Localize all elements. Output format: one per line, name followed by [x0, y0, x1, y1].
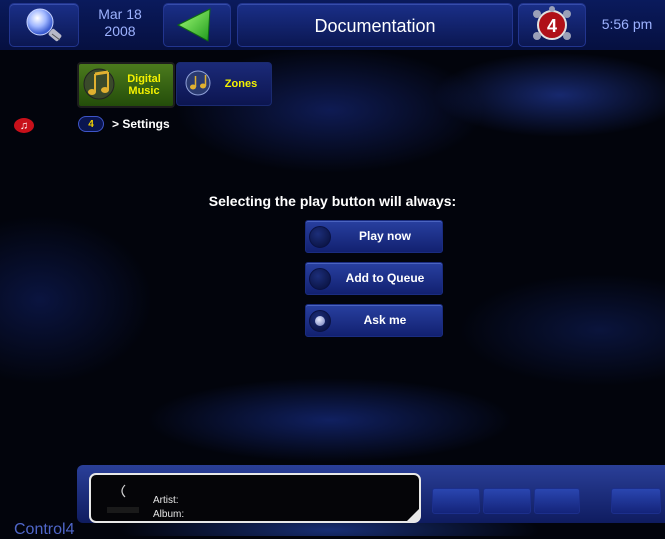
- option-play-now[interactable]: Play now: [305, 220, 443, 253]
- title-bar: Documentation: [237, 3, 513, 47]
- option-label: Play now: [358, 229, 411, 243]
- page-title: Documentation: [314, 16, 436, 36]
- logo-text: 4: [547, 16, 557, 36]
- breadcrumb-back-button[interactable]: 4: [78, 116, 104, 132]
- option-ask-me[interactable]: Ask me: [305, 304, 443, 337]
- tab-zones[interactable]: Zones: [176, 62, 272, 106]
- transport-button-2[interactable]: [483, 488, 531, 514]
- transport-button-4[interactable]: [611, 488, 661, 514]
- music-note-icon: ♫: [14, 118, 34, 133]
- setting-question: Selecting the play button will always:: [208, 193, 457, 209]
- control4-logo-icon: 4: [533, 6, 571, 40]
- top-bar: Mar 18 2008 Documentation 4 5:56 pm: [0, 0, 665, 50]
- transport-button-1[interactable]: [432, 488, 480, 514]
- tab-digital-music[interactable]: Digital Music: [77, 62, 175, 108]
- back-arrow-icon: [176, 8, 211, 42]
- tab-zones-label: Zones: [224, 78, 258, 90]
- control4-home-button[interactable]: 4: [518, 3, 586, 47]
- music-notes-icon: [83, 68, 115, 100]
- option-add-to-queue[interactable]: Add to Queue: [305, 262, 443, 295]
- panel-corner-fold: [407, 509, 419, 521]
- artist-label: Artist:: [153, 495, 179, 506]
- zones-icon: [185, 70, 211, 96]
- tab-digital-music-label: Digital Music: [119, 73, 169, 97]
- tab-label-line1: Digital: [127, 73, 161, 85]
- date-display: Mar 18 2008: [88, 6, 152, 40]
- date-year: 2008: [104, 23, 136, 39]
- transport-button-3[interactable]: [534, 488, 580, 514]
- album-label: Album:: [153, 509, 185, 520]
- breadcrumb: > Settings: [112, 117, 170, 131]
- date-month-day: Mar 18: [98, 6, 142, 22]
- option-label: Ask me: [363, 313, 407, 327]
- back-button[interactable]: [163, 3, 231, 47]
- now-playing-panel[interactable]: Artist: Album:: [89, 473, 421, 523]
- clock: 5:56 pm: [601, 16, 653, 32]
- tab-label-line2: Music: [128, 85, 160, 97]
- lightbulb-icon: [26, 8, 62, 42]
- album-art-icon: [107, 484, 139, 513]
- lights-button[interactable]: [9, 3, 79, 47]
- option-label: Add to Queue: [345, 271, 425, 285]
- brand-logo: Control4: [14, 521, 75, 538]
